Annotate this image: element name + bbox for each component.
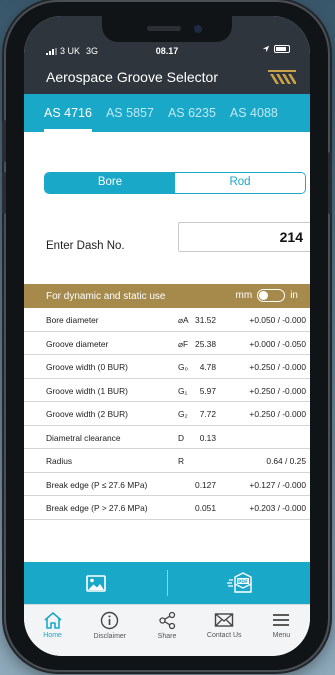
bottom-navigation: Home Disclaimer Share Contact Us Menu <box>24 604 310 656</box>
row-value: 31.52 <box>195 315 216 325</box>
unit-mm-label: mm <box>235 290 253 301</box>
bore-option[interactable]: Bore <box>45 173 175 193</box>
row-value: 0.051 <box>195 503 216 513</box>
row-tolerance: +0.050 / -0.000 <box>249 315 306 325</box>
row-name: Groove width (0 BUR) <box>46 362 128 372</box>
volume-down-button <box>2 172 6 214</box>
row-symbol: G₂ <box>178 409 188 419</box>
row-name: Groove width (2 BUR) <box>46 409 128 419</box>
table-row: Diametral clearance D 0.13 <box>24 426 310 449</box>
table-row: Groove width (2 BUR) G₂ 7.72 +0.250 / -0… <box>24 402 310 426</box>
camera <box>194 25 202 33</box>
row-value: 0.127 <box>195 479 216 490</box>
phone-frame: 3 UK 3G 08.17 Aerospace Groove Selector … <box>2 2 332 670</box>
dash-number-input[interactable]: 214 <box>178 222 310 252</box>
row-symbol: G₀ <box>178 362 188 372</box>
nav-menu-label: Menu <box>272 632 291 639</box>
table-row: Groove width (1 BUR) G₁ 5.97 +0.250 / -0… <box>24 379 310 402</box>
app-title: Aerospace Groove Selector <box>46 69 218 85</box>
location-arrow-icon <box>262 45 270 53</box>
table-row: Groove diameter ⌀F 25.38 +0.000 / -0.050 <box>24 332 310 355</box>
view-drawing-button[interactable] <box>24 562 167 604</box>
groove-results-table: Bore diameter ⌀A 31.52 +0.050 / -0.000 G… <box>24 308 310 520</box>
row-tolerance: +0.000 / -0.050 <box>249 338 306 349</box>
usage-note: For dynamic and static use <box>46 291 166 302</box>
row-value: 7.72 <box>199 409 216 419</box>
row-symbol: G₁ <box>178 385 188 396</box>
usage-bar: For dynamic and static use mm in <box>24 284 310 308</box>
tab-as-5857[interactable]: AS 5857 <box>99 94 161 132</box>
nav-disclaimer[interactable]: Disclaimer <box>81 605 138 656</box>
mail-icon <box>215 613 234 627</box>
row-symbol: ⌀F <box>178 338 189 349</box>
rod-option[interactable]: Rod <box>175 173 305 193</box>
pdf-email-icon: PDF <box>226 572 252 593</box>
table-row: Break edge (P ≤ 27.6 MPa) 0.127 +0.127 /… <box>24 473 310 496</box>
app-screen: 3 UK 3G 08.17 Aerospace Groove Selector … <box>24 16 310 656</box>
nav-home[interactable]: Home <box>24 605 81 656</box>
row-symbol: ⌀A <box>178 315 189 325</box>
battery-icon <box>274 45 290 53</box>
email-pdf-button[interactable]: PDF <box>167 562 310 604</box>
row-name: Break edge (P > 27.6 MPa) <box>46 503 148 513</box>
row-value: 0.13 <box>199 432 216 443</box>
speaker <box>147 26 181 31</box>
row-symbol: D <box>178 432 185 443</box>
row-tolerance: +0.127 / -0.000 <box>249 479 306 490</box>
unit-in-label: in <box>290 290 298 301</box>
row-tolerance: 0.64 / 0.25 <box>266 456 306 466</box>
nav-contact-us[interactable]: Contact Us <box>196 605 253 656</box>
tab-as-6235[interactable]: AS 6235 <box>161 94 223 132</box>
table-row: Radius R 0.64 / 0.25 <box>24 449 310 473</box>
brand-logo-icon <box>268 70 296 84</box>
nav-menu[interactable]: Menu <box>253 605 310 656</box>
toggle-knob <box>259 291 269 300</box>
nav-contact-label: Contact Us <box>206 632 242 639</box>
tab-as-4716[interactable]: AS 4716 <box>24 94 99 132</box>
table-row: Groove width (0 BUR) G₀ 4.78 +0.250 / -0… <box>24 355 310 379</box>
image-icon <box>85 574 106 592</box>
home-icon <box>44 612 62 629</box>
row-symbol: R <box>178 456 185 466</box>
table-row: Break edge (P > 27.6 MPa) 0.051 +0.203 /… <box>24 496 310 520</box>
row-name: Groove width (1 BUR) <box>46 385 128 396</box>
standard-tabs: AS 4716 AS 5857 AS 6235 AS 4088 <box>24 94 310 132</box>
unit-toggle[interactable] <box>257 289 286 302</box>
app-header: Aerospace Groove Selector <box>24 64 310 94</box>
svg-text:PDF: PDF <box>237 579 247 585</box>
table-row: Bore diameter ⌀A 31.52 +0.050 / -0.000 <box>24 308 310 332</box>
row-name: Break edge (P ≤ 27.6 MPa) <box>46 479 148 490</box>
row-tolerance: +0.250 / -0.000 <box>249 409 306 419</box>
row-name: Bore diameter <box>46 315 99 325</box>
tab-as-4088[interactable]: AS 4088 <box>223 94 285 132</box>
share-icon <box>158 611 175 630</box>
row-tolerance: +0.203 / -0.000 <box>249 503 306 513</box>
row-value: 4.78 <box>199 362 216 372</box>
row-tolerance: +0.250 / -0.000 <box>249 385 306 396</box>
nav-disclaimer-label: Disclaimer <box>93 633 127 640</box>
row-tolerance: +0.250 / -0.000 <box>249 362 306 372</box>
row-value: 5.97 <box>199 385 216 396</box>
nav-home-label: Home <box>43 632 62 639</box>
action-toolbar: PDF <box>24 562 310 604</box>
volume-up-button <box>2 120 6 162</box>
row-value: 25.38 <box>195 338 216 349</box>
notch <box>102 16 232 42</box>
row-name: Groove diameter <box>46 338 109 349</box>
info-icon <box>101 611 119 630</box>
menu-icon <box>273 614 290 626</box>
nav-share[interactable]: Share <box>138 605 195 656</box>
nav-share-label: Share <box>157 633 177 640</box>
power-button <box>328 152 332 214</box>
row-name: Diametral clearance <box>46 432 121 443</box>
bore-rod-toggle: Bore Rod <box>44 172 306 194</box>
dash-number-label: Enter Dash No. <box>46 240 125 252</box>
row-name: Radius <box>46 456 73 466</box>
